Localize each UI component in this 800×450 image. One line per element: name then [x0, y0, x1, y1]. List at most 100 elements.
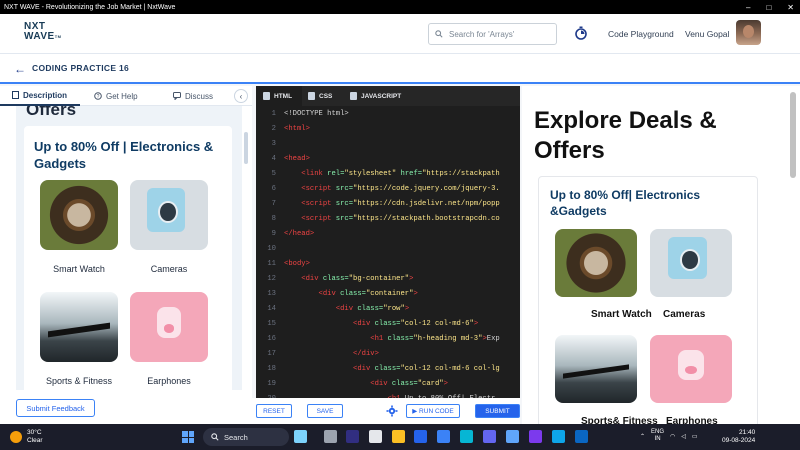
word-app-icon[interactable] — [414, 430, 427, 443]
teams-app-icon[interactable] — [529, 430, 542, 443]
output-preview: Explore Deals & Offers Up to 80% Off| El… — [522, 86, 800, 436]
file-explorer-icon[interactable] — [392, 430, 405, 443]
language-indicator[interactable]: ENG IN — [651, 429, 664, 443]
volume-icon[interactable]: ◁ — [681, 433, 686, 440]
code-line[interactable]: 8 <script src="https://stackpath.bootstr… — [256, 212, 520, 227]
code-line[interactable]: 3 — [256, 137, 520, 152]
taskbar-search[interactable]: Search — [203, 428, 289, 446]
tab-get-help-label: Get Help — [106, 91, 138, 101]
description-scrollbar[interactable] — [244, 132, 248, 164]
code-token: "h-heading md-3" — [413, 335, 483, 343]
linkedin-app-icon[interactable] — [575, 430, 588, 443]
code-line[interactable]: 2 <html> — [256, 122, 520, 137]
code-line[interactable]: 9 </head> — [256, 227, 520, 242]
weather-status: Clear — [27, 437, 43, 444]
code-line[interactable]: 18 <div class="col-12 col-md-6 col-lg — [256, 362, 520, 377]
battery-icon[interactable]: ▭ — [692, 433, 698, 440]
windows-start-icon[interactable] — [182, 431, 194, 443]
code-text: <link rel="stylesheet" href="https://sta… — [284, 167, 499, 182]
tab-discuss[interactable]: Discuss — [173, 86, 213, 106]
wifi-icon[interactable]: ◠ — [670, 433, 675, 440]
task-view-icon[interactable] — [324, 430, 337, 443]
tab-css[interactable]: CSS — [308, 86, 332, 106]
code-line[interactable]: 7 <script src="https://cdn.jsdelivr.net/… — [256, 197, 520, 212]
line-number: 12 — [267, 275, 276, 283]
code-line[interactable]: 17 </div> — [256, 347, 520, 362]
tab-javascript-label: JAVASCRIPT — [361, 92, 402, 100]
code-token: <body> — [284, 260, 310, 268]
search-box[interactable] — [428, 23, 557, 45]
save-button[interactable]: SAVE — [307, 404, 343, 418]
minimize-button[interactable]: – — [746, 3, 750, 12]
tab-get-help[interactable]: ? Get Help — [94, 86, 138, 106]
edge-browser-icon[interactable] — [437, 430, 450, 443]
code-token: > — [404, 305, 410, 313]
chevron-left-icon: ‹ — [239, 91, 243, 101]
app-icon[interactable] — [552, 430, 565, 443]
maximize-button[interactable]: □ — [766, 3, 771, 12]
nxtwave-logo[interactable]: NXT WAVETM — [24, 22, 62, 42]
back-arrow-icon[interactable]: ← — [14, 62, 26, 76]
code-playground-link[interactable]: Code Playground — [608, 29, 674, 39]
reset-button[interactable]: RESET — [256, 404, 292, 418]
code-line[interactable]: 10 — [256, 242, 520, 257]
settings-gear-icon[interactable] — [386, 405, 398, 417]
code-line[interactable]: 12 <div class="bg-container"> — [256, 272, 520, 287]
code-text: <script src="https://cdn.jsdelivr.net/np… — [284, 197, 499, 212]
code-text: <script src="https://stackpath.bootstrap… — [284, 212, 500, 227]
taskbar-search-label: Search — [224, 432, 248, 442]
search-input[interactable] — [449, 29, 549, 39]
code-token: <div — [370, 380, 392, 388]
user-name[interactable]: Venu Gopal — [685, 29, 729, 39]
close-button[interactable]: ✕ — [787, 3, 794, 12]
code-line[interactable]: 11 <body> — [256, 257, 520, 272]
code-token: "container" — [365, 290, 414, 298]
tab-css-label: CSS — [319, 92, 333, 100]
clock[interactable]: 21:40 09-08-2024 — [722, 429, 755, 445]
code-line[interactable]: 13 <div class="container"> — [256, 287, 520, 302]
tab-html-label: HTML — [274, 92, 293, 100]
code-line[interactable]: 14 <div class="row"> — [256, 302, 520, 317]
code-line[interactable]: 15 <div class="col-12 col-md-6"> — [256, 317, 520, 332]
timer-icon[interactable] — [574, 26, 588, 40]
avatar[interactable] — [736, 20, 761, 45]
code-token: <script — [301, 200, 336, 208]
tab-description[interactable]: Description — [0, 86, 80, 106]
language-region: IN — [654, 436, 661, 442]
app-icon[interactable] — [369, 430, 382, 443]
code-token: "https://stackpath.bootstrapcdn.co — [353, 215, 500, 223]
code-area[interactable]: 1 <!DOCTYPE html> 2 <html> 3 4 <head> 5 <link r… — [256, 106, 520, 398]
collapse-panel-button[interactable]: ‹ — [234, 89, 248, 103]
code-line[interactable]: 5 <link rel="stylesheet" href="https://s… — [256, 167, 520, 182]
code-line[interactable]: 4 <head> — [256, 152, 520, 167]
tab-html[interactable]: HTML — [256, 86, 302, 106]
camera-image — [130, 180, 208, 250]
submit-feedback-button[interactable]: Submit Feedback — [16, 399, 95, 417]
output-scrollbar[interactable] — [790, 92, 796, 178]
line-number: 1 — [271, 110, 276, 118]
app-icon[interactable] — [460, 430, 473, 443]
code-line[interactable]: 16 <h1 class="h-heading md-3">Exp — [256, 332, 520, 347]
premiere-app-icon[interactable] — [346, 430, 359, 443]
widgets-app-icon[interactable] — [294, 430, 307, 443]
smart-watch-image — [40, 180, 118, 250]
code-text: <div class="card"> — [284, 377, 448, 392]
weather-widget[interactable]: 30°C Clear — [10, 429, 43, 445]
app-icon[interactable] — [483, 430, 496, 443]
earphones-image — [130, 292, 208, 362]
tab-discuss-label: Discuss — [185, 91, 214, 101]
submit-button[interactable]: SUBMIT — [475, 404, 520, 418]
chevron-up-icon[interactable]: ⌃ — [640, 433, 645, 440]
code-line[interactable]: 6 <script src="https://code.jquery.com/j… — [256, 182, 520, 197]
chrome-browser-icon[interactable] — [506, 430, 519, 443]
tab-javascript[interactable]: JAVASCRIPT — [350, 86, 401, 106]
code-line[interactable]: 1 <!DOCTYPE html> — [256, 107, 520, 122]
code-line[interactable]: 19 <div class="card"> — [256, 377, 520, 392]
code-token: "row" — [383, 305, 405, 313]
line-number: 16 — [267, 335, 276, 343]
run-code-button[interactable]: ▶ RUN CODE — [406, 404, 460, 418]
